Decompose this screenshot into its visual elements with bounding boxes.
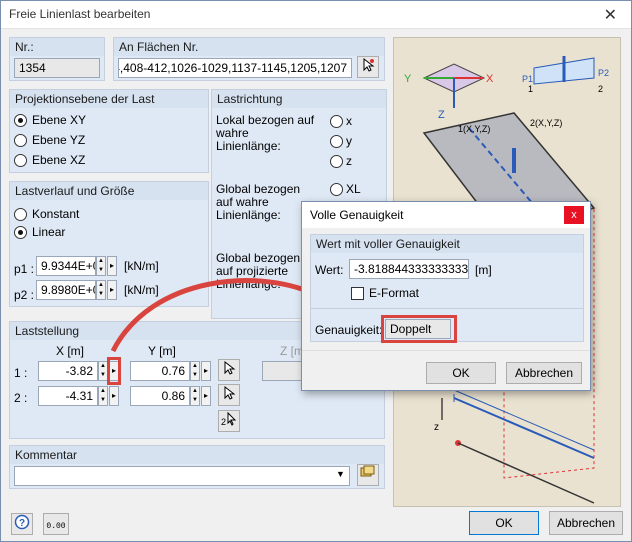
full-precision-dialog: Volle Genauigkeit x Wert mit voller Gena… bbox=[301, 201, 591, 391]
wert-field[interactable]: -3.8188443333333337 bbox=[349, 259, 469, 279]
popup-title-bar: Volle Genauigkeit x bbox=[302, 202, 590, 228]
popup-ok-button[interactable]: OK bbox=[426, 362, 496, 384]
popup-title: Volle Genauigkeit bbox=[310, 208, 404, 222]
popup-close-icon[interactable]: x bbox=[564, 206, 584, 224]
popup-group-header: Wert mit voller Genauigkeit bbox=[311, 235, 583, 253]
wert-unit: [m] bbox=[475, 263, 492, 277]
eformat-checkbox[interactable] bbox=[351, 287, 364, 300]
popup-divider bbox=[311, 308, 583, 309]
highlight-genauigkeit bbox=[381, 315, 457, 343]
eformat-label: E-Format bbox=[369, 286, 420, 300]
wert-label: Wert: bbox=[315, 263, 344, 277]
genauigkeit-label: Genauigkeit: bbox=[315, 323, 383, 337]
popup-group: Wert mit voller Genauigkeit Wert: -3.818… bbox=[310, 234, 584, 343]
popup-cancel-button[interactable]: Abbrechen bbox=[506, 362, 582, 384]
main-dialog: Freie Linienlast bearbeiten ✕ Nr.: 1354 … bbox=[0, 0, 632, 542]
